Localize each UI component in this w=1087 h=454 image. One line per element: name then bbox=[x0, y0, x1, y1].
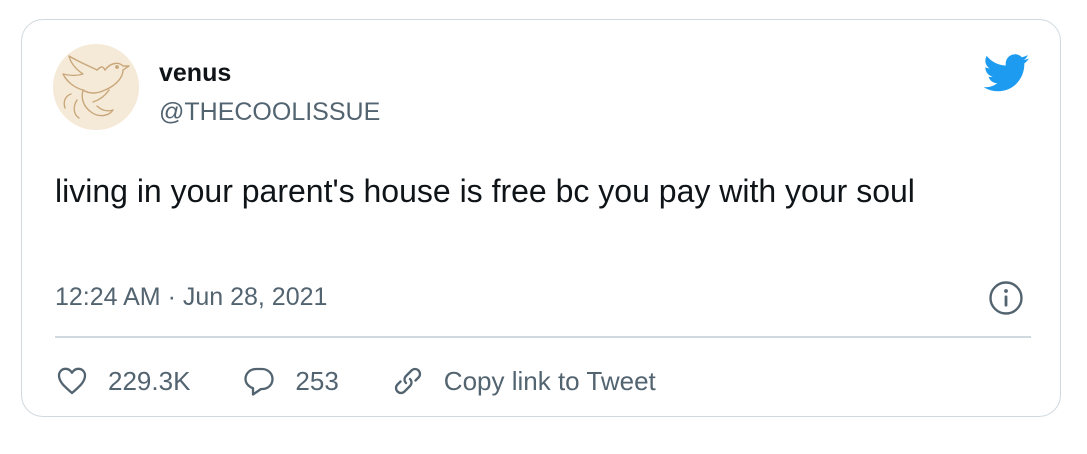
tweet-text: living in your parent's house is free bc… bbox=[55, 173, 915, 209]
speech-bubble-icon bbox=[244, 367, 275, 396]
tweet-timestamp[interactable]: 12:24 AM · Jun 28, 2021 bbox=[55, 282, 327, 312]
copy-link-label: Copy link to Tweet bbox=[443, 366, 656, 396]
copy-link-button[interactable]: Copy link to Tweet bbox=[391, 364, 656, 398]
tweet-card: venus @THECOOLISSUE living in your paren… bbox=[21, 19, 1061, 417]
reply-button[interactable]: 253 bbox=[242, 364, 339, 398]
link-icon bbox=[394, 367, 421, 395]
like-button[interactable]: 229.3K bbox=[55, 364, 190, 398]
twitter-bird-icon[interactable] bbox=[984, 54, 1030, 92]
divider bbox=[55, 336, 1031, 338]
info-icon[interactable] bbox=[988, 280, 1024, 316]
action-bar: 229.3K 253 Copy link to Tweet bbox=[55, 363, 708, 399]
heart-icon bbox=[57, 367, 87, 395]
username-handle[interactable]: @THECOOLISSUE bbox=[159, 97, 380, 127]
avatar[interactable] bbox=[53, 44, 139, 130]
reply-count: 253 bbox=[295, 366, 339, 396]
display-name[interactable]: venus bbox=[159, 58, 231, 88]
dove-illustration bbox=[53, 44, 139, 130]
like-count: 229.3K bbox=[108, 366, 191, 396]
